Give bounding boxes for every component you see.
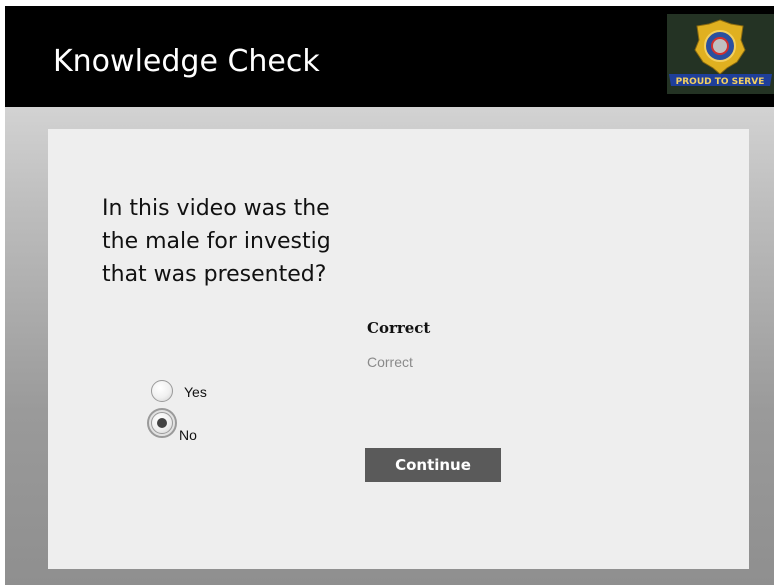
option-label-no: No [179, 427, 197, 443]
question-line: In this video was the [102, 196, 330, 221]
page-title: Knowledge Check [53, 44, 320, 79]
question-line: that was presented? [102, 262, 327, 287]
header-bar: Knowledge Check PROUD TO SERVE [5, 6, 774, 107]
logo-text: PROUD TO SERVE [676, 77, 765, 87]
radio-button-no[interactable] [151, 412, 173, 434]
feedback-title: Correct [367, 319, 431, 337]
option-label-yes: Yes [184, 384, 207, 400]
feedback-text: Correct [367, 354, 413, 370]
radio-button-yes[interactable] [151, 380, 173, 402]
continue-button[interactable]: Continue [365, 448, 501, 482]
question-line: the male for investig [102, 229, 331, 254]
police-badge-logo: PROUD TO SERVE [667, 14, 774, 94]
